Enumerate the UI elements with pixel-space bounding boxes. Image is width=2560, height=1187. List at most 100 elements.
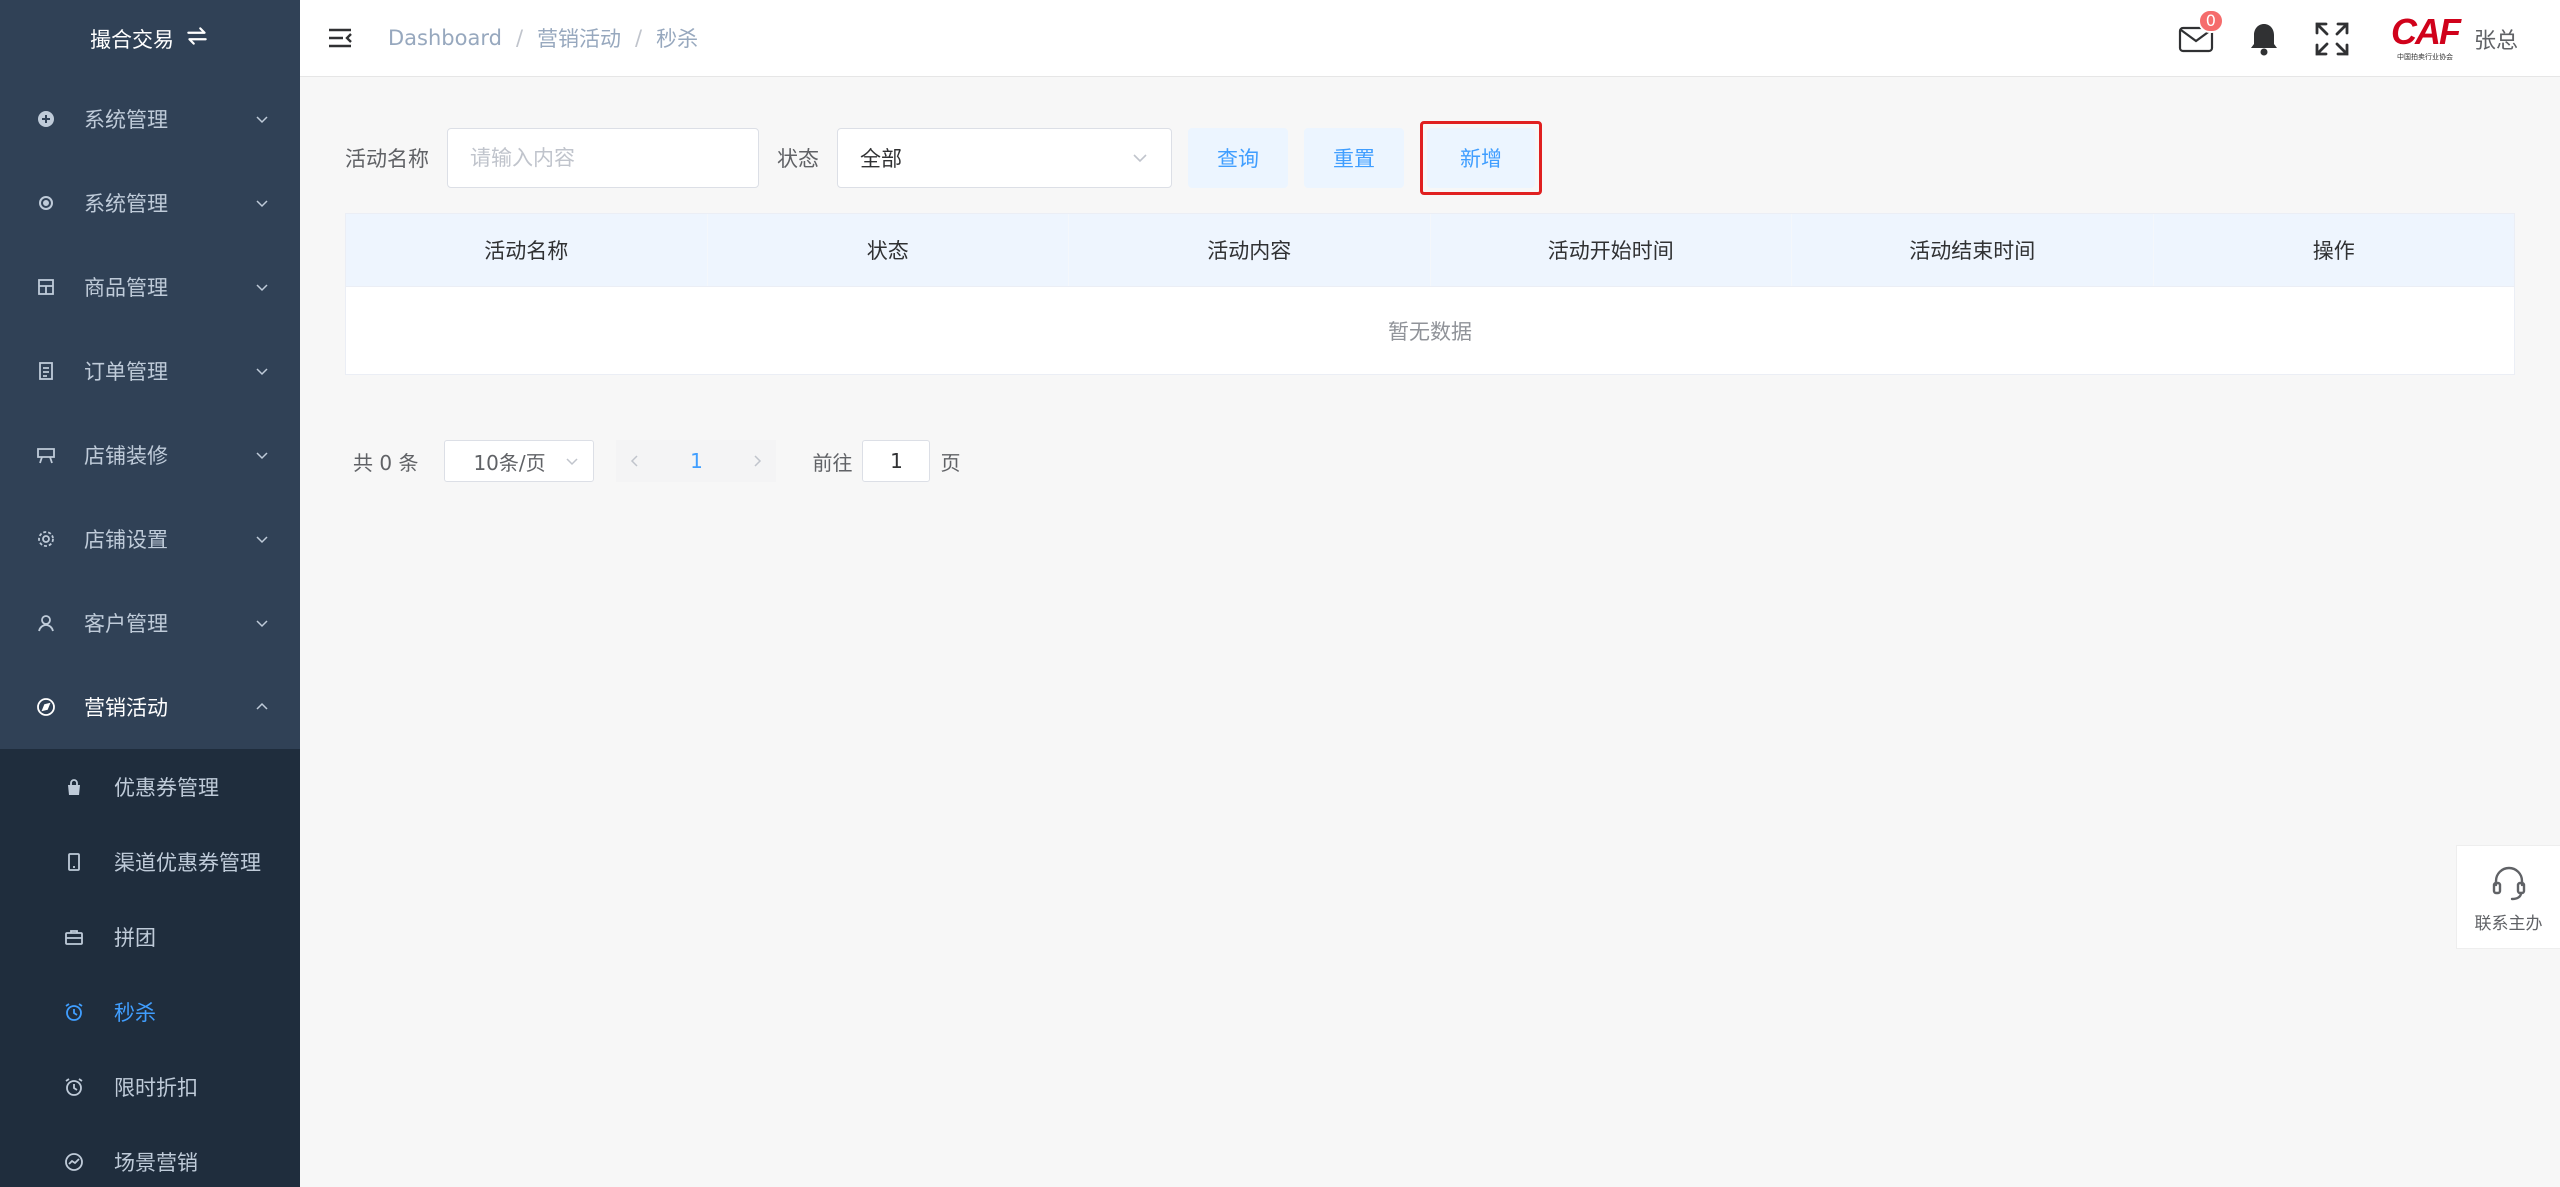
breadcrumb-dashboard[interactable]: Dashboard [388, 26, 502, 50]
column-header-start-time: 活动开始时间 [1431, 214, 1792, 286]
order-icon [36, 361, 56, 381]
page-size-value: 10条/页 [473, 450, 546, 475]
column-header-activity-name: 活动名称 [346, 214, 708, 286]
sidebar-item-goods[interactable]: 商品管理 [0, 245, 300, 329]
settings-icon [36, 193, 56, 213]
chevron-down-icon [256, 452, 268, 460]
sidebar-subitem-label: 优惠券管理 [114, 775, 219, 800]
status-select[interactable]: 全部 [837, 128, 1172, 188]
page-suffix-label: 页 [940, 450, 961, 475]
sidebar-subitem-scene-marketing[interactable]: 场景营销 [0, 1124, 300, 1187]
chevron-up-icon [256, 702, 268, 710]
bell-icon [2250, 23, 2277, 55]
contact-organizer-label: 联系主办 [2474, 913, 2543, 934]
brand-title: 撮合交易 [90, 27, 174, 52]
logo-text: CAF [2390, 10, 2461, 52]
sidebar-item-shop-settings[interactable]: 店铺设置 [0, 497, 300, 581]
add-button-highlight: 新增 [1420, 121, 1542, 195]
column-header-content: 活动内容 [1069, 214, 1431, 286]
chevron-down-icon [256, 200, 268, 208]
sidebar-subitem-limited-discount[interactable]: 限时折扣 [0, 1049, 300, 1124]
breadcrumb-current: 秒杀 [656, 27, 699, 51]
chevron-down-icon [256, 116, 268, 124]
compass-icon [36, 697, 56, 717]
sidebar-item-label: 客户管理 [84, 612, 168, 636]
activity-name-label: 活动名称 [345, 147, 429, 171]
chevron-down-icon [256, 284, 268, 292]
query-button[interactable]: 查询 [1188, 128, 1288, 188]
flash-sale-table: 活动名称 状态 活动内容 活动开始时间 活动结束时间 操作 暂无数据 [345, 213, 2515, 375]
breadcrumb-separator: / [515, 26, 524, 50]
breadcrumb-separator: / [635, 26, 643, 50]
sidebar-item-system-management[interactable]: 系统管理 [0, 77, 300, 161]
fullscreen-button[interactable] [2312, 19, 2352, 59]
brand[interactable]: 撮合交易 [0, 0, 300, 77]
table-header: 活动名称 状态 活动内容 活动开始时间 活动结束时间 操作 [346, 214, 2514, 286]
mail-button[interactable]: 0 [2176, 8, 2224, 59]
sidebar-subitem-label: 秒杀 [114, 1000, 156, 1025]
chevron-down-icon [566, 458, 578, 466]
user-icon [36, 613, 56, 633]
notification-button[interactable] [2244, 19, 2284, 59]
column-header-status: 状态 [708, 214, 1069, 286]
goto-label: 前往 [812, 450, 853, 475]
chart-icon [64, 1152, 84, 1172]
sidebar-subitem-label: 拼团 [114, 925, 156, 950]
chevron-down-icon [1133, 154, 1147, 163]
sidebar-subitem-channel-coupons[interactable]: 渠道优惠券管理 [0, 824, 300, 899]
sidebar-subitem-label: 渠道优惠券管理 [114, 850, 261, 875]
alarm-clock-icon [64, 1077, 84, 1097]
add-button[interactable]: 新增 [1427, 128, 1535, 188]
activity-name-input[interactable] [447, 128, 759, 188]
sidebar-item-marketing[interactable]: 营销活动 [0, 665, 300, 749]
phone-icon [64, 852, 84, 872]
status-label: 状态 [777, 147, 819, 171]
page-size-select[interactable]: 10条/页 [444, 440, 595, 482]
header-actions: 0 CAF 中国拍卖行业协会 张总 [2162, 0, 2560, 77]
contact-organizer-button[interactable]: 联系主办 [2456, 845, 2560, 949]
sidebar-item-label: 店铺装修 [84, 444, 168, 468]
top-navbar: Dashboard / 营销活动 / 秒杀 0 CAF 中国拍卖行业协会 张总 [300, 0, 2560, 77]
page-number-current[interactable]: 1 [654, 440, 739, 482]
goto-page-input[interactable] [862, 440, 931, 482]
shop-decoration-icon [36, 445, 56, 465]
sidebar-item-customers[interactable]: 客户管理 [0, 581, 300, 665]
sidebar-item-system-management-2[interactable]: 系统管理 [0, 161, 300, 245]
main-content: 活动名称 状态 全部 查询 重置 新增 活动名称 状态 活动内容 活动开始时间 … [300, 77, 2560, 1187]
headset-icon [2492, 866, 2525, 900]
sidebar-item-label: 系统管理 [84, 108, 168, 132]
chevron-right-icon [754, 455, 762, 467]
logo-subtext: 中国拍卖行业协会 [2396, 52, 2453, 61]
sidebar-subitem-label: 限时折扣 [114, 1075, 198, 1100]
sidebar-item-shop-decoration[interactable]: 店铺装修 [0, 413, 300, 497]
alarm-clock-icon [64, 1002, 84, 1022]
reset-button[interactable]: 重置 [1304, 128, 1404, 188]
pagination-total: 共 0 条 [353, 450, 419, 475]
breadcrumb-marketing[interactable]: 营销活动 [537, 23, 621, 53]
marketing-submenu: 优惠券管理 渠道优惠券管理 拼团 秒杀 限时折扣 场景营销 [0, 749, 300, 1187]
sidebar-item-label: 订单管理 [84, 360, 168, 384]
chevron-down-icon [256, 368, 268, 376]
pagination: 共 0 条 10条/页 1 前往 页 [353, 440, 960, 482]
switch-icon[interactable] [184, 23, 210, 54]
sidebar-subitem-coupons[interactable]: 优惠券管理 [0, 749, 300, 824]
sidebar-item-label: 商品管理 [84, 276, 168, 300]
username[interactable]: 张总 [2474, 23, 2518, 55]
hamburger-icon[interactable] [326, 24, 354, 52]
chevron-down-icon [256, 536, 268, 544]
next-page-button[interactable] [738, 440, 777, 482]
fullscreen-icon [2315, 22, 2349, 55]
table-empty-text: 暂无数据 [346, 286, 2514, 374]
mail-count-badge: 0 [2197, 8, 2224, 33]
column-header-end-time: 活动结束时间 [1792, 214, 2154, 286]
goods-icon [36, 277, 56, 297]
sidebar-subitem-flash-sale[interactable]: 秒杀 [0, 974, 300, 1049]
page-jumper: 前往 页 [812, 440, 960, 482]
sidebar-item-orders[interactable]: 订单管理 [0, 329, 300, 413]
sidebar-subitem-group-buy[interactable]: 拼团 [0, 899, 300, 974]
shop-settings-icon [36, 529, 56, 549]
prev-page-button[interactable] [616, 440, 655, 482]
column-header-actions: 操作 [2312, 239, 2355, 263]
breadcrumb: Dashboard / 营销活动 / 秒杀 [388, 23, 698, 53]
chevron-down-icon [256, 620, 268, 628]
